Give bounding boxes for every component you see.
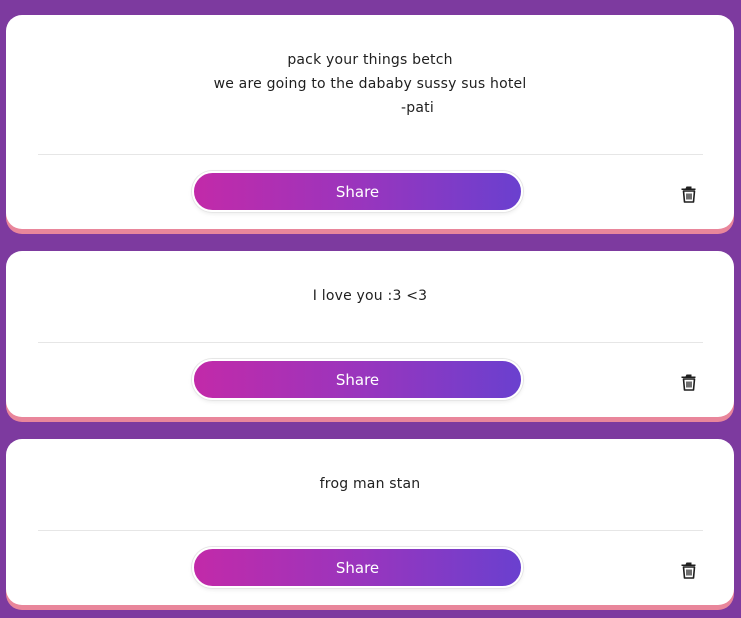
trash-icon[interactable] [681,373,697,391]
quote-text: I love you :3 <3 [6,284,734,308]
quotes-page: pack your things betch we are going to t… [0,0,741,618]
quote-card: pack your things betch we are going to t… [6,15,734,229]
quote-line: I love you :3 <3 [312,288,428,304]
quote-line: pack your things betch [287,52,453,68]
card-divider [38,342,703,343]
quote-card: frog man stan Share [6,439,734,605]
quote-line: frog man stan [319,476,421,492]
card-divider [38,530,703,531]
share-button[interactable]: Share [192,547,523,588]
quote-text: pack your things betch we are going to t… [6,48,734,120]
trash-icon[interactable] [681,561,697,579]
share-button[interactable]: Share [192,171,523,212]
trash-icon[interactable] [681,185,697,203]
share-button[interactable]: Share [192,359,523,400]
quote-signature: -pati [401,100,434,116]
quote-line: we are going to the dababy sussy sus hot… [213,76,527,92]
quote-text: frog man stan [6,472,734,496]
quote-card: I love you :3 <3 Share [6,251,734,417]
card-divider [38,154,703,155]
